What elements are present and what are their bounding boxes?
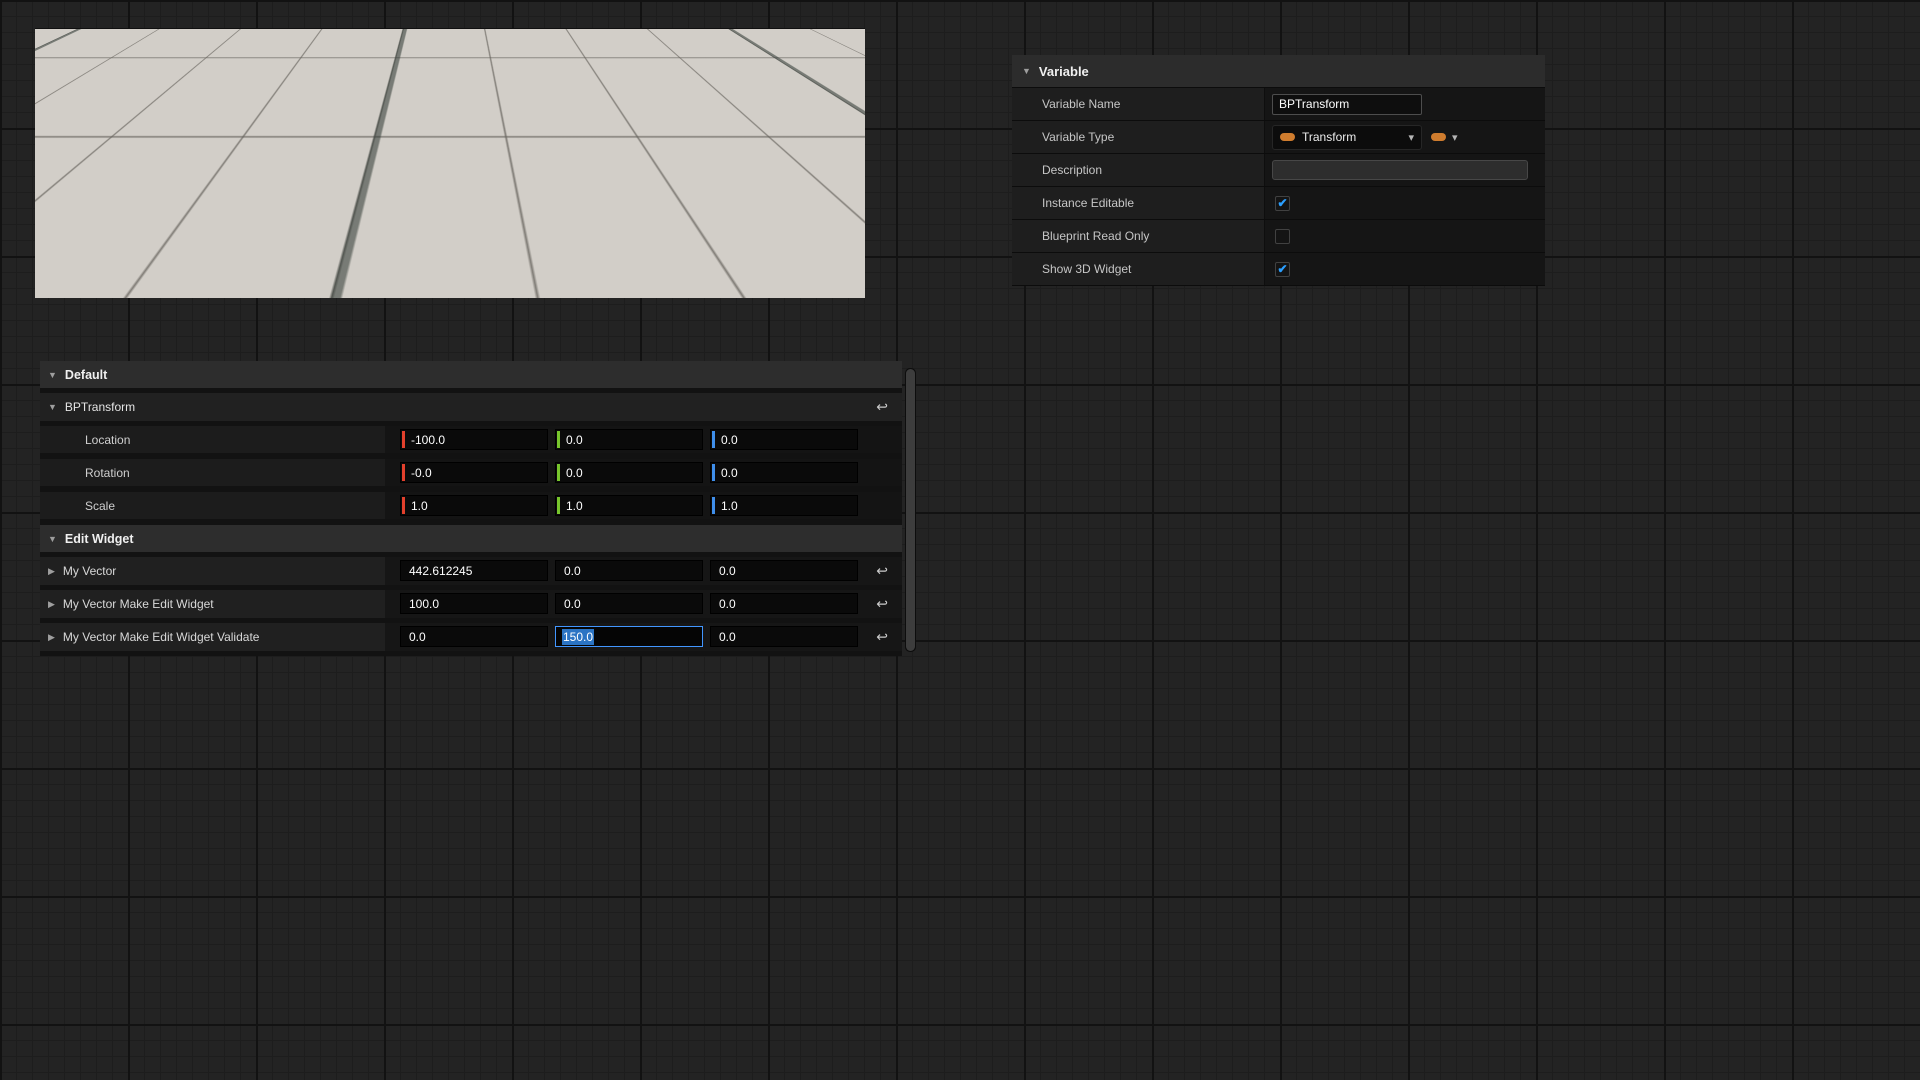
blueprint-read-only-row: Blueprint Read Only ✔ [1012, 220, 1545, 253]
description-label: Description [1012, 154, 1265, 186]
variable-name-input[interactable] [1272, 94, 1422, 115]
triangle-down-icon: ▼ [1022, 66, 1031, 76]
show-3d-widget-label: Show 3D Widget [1012, 253, 1265, 285]
chevron-down-icon: ▾ [1408, 131, 1414, 144]
scale-y-spinbox[interactable]: 1.0 [555, 495, 703, 516]
mvmewv-z-spinbox[interactable]: 0.0 [710, 626, 858, 647]
check-icon: ✔ [1277, 263, 1287, 275]
row-my-vector-make-edit-widget: ▶ My Vector Make Edit Widget 100.0 0.0 0… [40, 590, 902, 618]
row-rotation: Rotation -0.0 0.0 0.0 [40, 459, 902, 486]
triangle-right-icon: ▶ [48, 632, 55, 643]
variable-name-label: Variable Name [1012, 88, 1265, 120]
variable-details-panel: ▼ Variable Variable Name Variable Type T… [1012, 55, 1545, 286]
variable-section-header[interactable]: ▼ Variable [1012, 55, 1545, 88]
row-my-vector: ▶ My Vector 442.612245 0.0 0.0 ↩ [40, 557, 902, 585]
reset-to-default-button[interactable]: ↩ [876, 629, 888, 646]
instance-editable-value-cell: ✔ [1265, 187, 1545, 219]
category-default-label: Default [65, 368, 107, 382]
triangle-down-icon: ▼ [48, 402, 57, 412]
mvmewv-x-spinbox[interactable]: 0.0 [400, 626, 548, 647]
location-z-spinbox[interactable]: 0.0 [710, 429, 858, 450]
rotation-label: Rotation [85, 459, 130, 486]
show-3d-widget-value-cell: ✔ [1265, 253, 1545, 285]
defaults-details-panel: ▼ Default ▼ BPTransform ↩ Location -100.… [40, 361, 902, 656]
description-value-cell [1265, 154, 1545, 186]
rotation-z-spinbox[interactable]: 0.0 [710, 462, 858, 483]
category-edit-widget-label: Edit Widget [65, 532, 134, 546]
triangle-down-icon: ▼ [48, 534, 57, 544]
triangle-right-icon: ▶ [48, 566, 55, 577]
show-3d-widget-row: Show 3D Widget ✔ [1012, 253, 1545, 286]
rotation-y-spinbox[interactable]: 0.0 [555, 462, 703, 483]
category-default[interactable]: ▼ Default [40, 361, 902, 388]
my-vector-make-edit-widget-expander[interactable]: ▶ My Vector Make Edit Widget [48, 590, 214, 618]
description-row: Description [1012, 154, 1545, 187]
location-label: Location [85, 426, 130, 453]
my-vector-expander[interactable]: ▶ My Vector [48, 557, 116, 585]
selected-text: 150.0 [562, 629, 594, 645]
instance-editable-checkbox[interactable]: ✔ [1275, 196, 1290, 211]
row-my-vector-make-edit-widget-validate: ▶ My Vector Make Edit Widget Validate 0.… [40, 623, 902, 651]
mvmew-z-spinbox[interactable]: 0.0 [710, 593, 858, 614]
my-vector-make-edit-widget-label: My Vector Make Edit Widget [63, 597, 214, 611]
description-input[interactable] [1272, 160, 1528, 180]
transform-pin-icon [1280, 133, 1295, 141]
variable-type-selected: Transform [1302, 130, 1408, 144]
mvmewv-y-spinbox-editing[interactable]: 150.0 [555, 626, 703, 647]
check-icon: ✔ [1277, 197, 1287, 209]
reset-to-default-button[interactable]: ↩ [876, 596, 888, 613]
container-type-pin-icon [1431, 133, 1446, 141]
my-vector-x-spinbox[interactable]: 442.612245 [400, 560, 548, 581]
blueprint-read-only-checkbox[interactable]: ✔ [1275, 229, 1290, 244]
scale-label: Scale [85, 492, 115, 519]
container-type-chevron-icon[interactable]: ▾ [1452, 131, 1458, 144]
my-vector-z-spinbox[interactable]: 0.0 [710, 560, 858, 581]
viewport-horizon-shade [35, 29, 865, 298]
blueprint-read-only-value-cell: ✔ [1265, 220, 1545, 252]
triangle-down-icon: ▼ [48, 370, 57, 380]
my-vector-y-spinbox[interactable]: 0.0 [555, 560, 703, 581]
location-x-spinbox[interactable]: -100.0 [400, 429, 548, 450]
variable-name-row: Variable Name [1012, 88, 1545, 121]
instance-editable-label: Instance Editable [1012, 187, 1265, 219]
rotation-x-spinbox[interactable]: -0.0 [400, 462, 548, 483]
location-y-spinbox[interactable]: 0.0 [555, 429, 703, 450]
mvmew-y-spinbox[interactable]: 0.0 [555, 593, 703, 614]
scale-x-spinbox[interactable]: 1.0 [400, 495, 548, 516]
scale-z-spinbox[interactable]: 1.0 [710, 495, 858, 516]
show-3d-widget-checkbox[interactable]: ✔ [1275, 262, 1290, 277]
variable-type-dropdown[interactable]: Transform ▾ [1272, 125, 1422, 150]
variable-section-title: Variable [1039, 64, 1089, 79]
details-scrollbar-thumb[interactable] [906, 369, 915, 651]
my-vector-make-edit-widget-validate-expander[interactable]: ▶ My Vector Make Edit Widget Validate [48, 623, 259, 651]
viewport-preview[interactable]: BPTransform MyVector_MakeEditWidget Exce… [35, 28, 865, 298]
instance-editable-row: Instance Editable ✔ [1012, 187, 1545, 220]
reset-to-default-button[interactable]: ↩ [876, 399, 888, 416]
reset-to-default-button[interactable]: ↩ [876, 563, 888, 580]
viewport-label-bptransform: BPTransform [98, 135, 162, 147]
my-vector-label: My Vector [63, 564, 116, 578]
viewport-label-myvector: MyVector_MakeEditWidget [607, 122, 739, 134]
variable-type-value-cell: Transform ▾ ▾ [1265, 121, 1545, 153]
mvmew-x-spinbox[interactable]: 100.0 [400, 593, 548, 614]
my-vector-make-edit-widget-validate-label: My Vector Make Edit Widget Validate [63, 630, 260, 644]
blueprint-read-only-label: Blueprint Read Only [1012, 220, 1265, 252]
triangle-right-icon: ▶ [48, 599, 55, 610]
row-location: Location -100.0 0.0 0.0 [40, 426, 902, 453]
variable-type-label: Variable Type [1012, 121, 1265, 153]
variable-type-row: Variable Type Transform ▾ ▾ [1012, 121, 1545, 154]
variable-name-value-cell [1265, 88, 1545, 120]
category-edit-widget[interactable]: ▼ Edit Widget [40, 525, 902, 552]
row-bptransform[interactable]: ▼ BPTransform ↩ [40, 393, 902, 421]
row-scale: Scale 1.0 1.0 1.0 [40, 492, 902, 519]
viewport-label-exceed-max: Exceed max length:100 [461, 238, 576, 250]
bptransform-label: BPTransform [65, 400, 135, 414]
details-scrollbar-track[interactable] [905, 368, 916, 652]
